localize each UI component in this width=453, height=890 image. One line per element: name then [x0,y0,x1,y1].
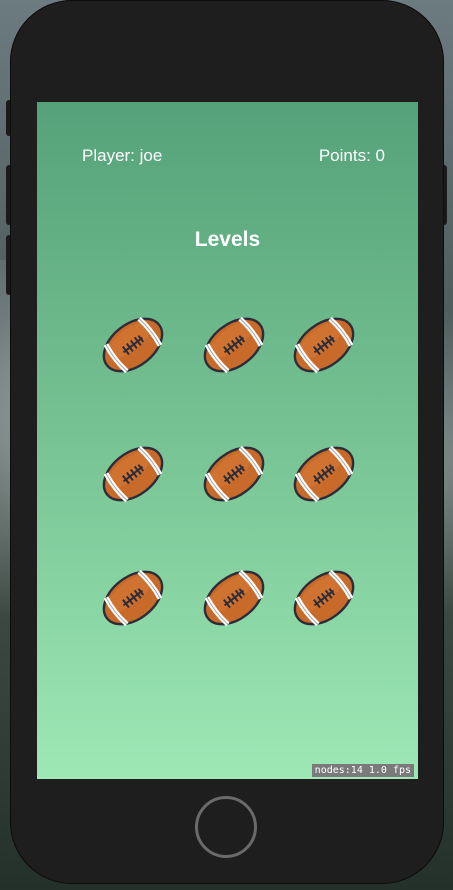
points-label: Points: 0 [318,146,385,165]
levels-title: Levels [194,228,261,251]
home-button[interactable] [195,796,257,858]
level-3-button[interactable] [288,309,360,381]
player-label: Player: joe [82,146,163,165]
football-icon [198,562,270,634]
level-6-button[interactable] [288,438,360,510]
level-4-button[interactable] [97,438,169,510]
football-icon [198,438,270,510]
level-5-button[interactable] [198,438,270,510]
level-8-button[interactable] [198,562,270,634]
football-icon [97,562,169,634]
debug-stats: nodes:14 1.0 fps [311,764,414,777]
football-icon [288,562,360,634]
football-icon [97,438,169,510]
level-9-button[interactable] [288,562,360,634]
level-7-button[interactable] [97,562,169,634]
football-icon [198,309,270,381]
level-1-button[interactable] [97,309,169,381]
football-icon [288,309,360,381]
level-2-button[interactable] [198,309,270,381]
game-screen: Player: joe Points: 0 Levels nodes:14 1.… [37,102,418,779]
football-icon [288,438,360,510]
football-icon [97,309,169,381]
